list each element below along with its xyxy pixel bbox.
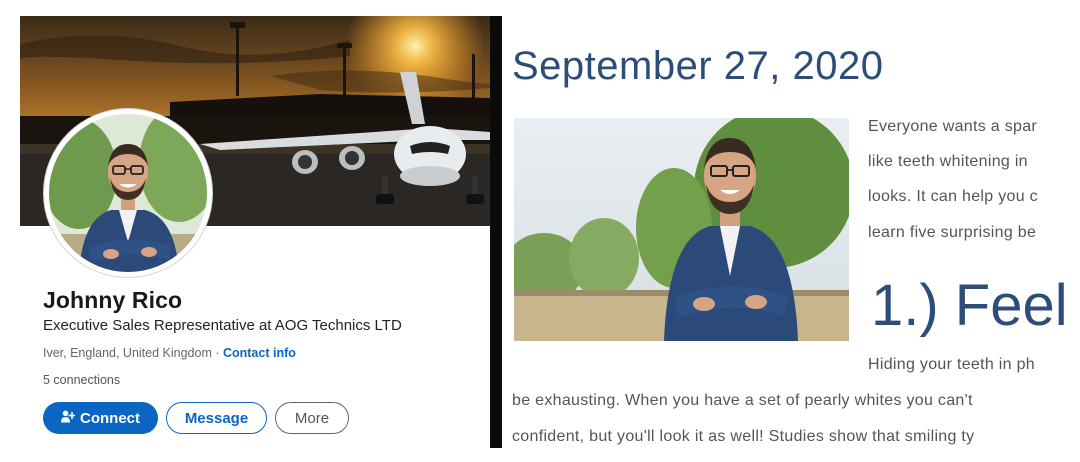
connect-button-label: Connect (80, 409, 140, 427)
location-row: Iver, England, United Kingdom · Contact … (43, 346, 296, 360)
profile-headline: Executive Sales Representative at AOG Te… (43, 317, 402, 334)
panel-divider (490, 16, 502, 448)
message-button[interactable]: Message (166, 402, 267, 434)
profile-card: Johnny Rico Executive Sales Representati… (20, 16, 490, 446)
profile-name: Johnny Rico (43, 287, 183, 313)
article-panel: September 27, 2020 Everyone wants a spar… (502, 16, 1070, 452)
article-photo (514, 118, 849, 341)
profile-location: Iver, England, United Kingdom (43, 346, 212, 360)
message-button-label: Message (184, 409, 249, 427)
contact-info-link[interactable]: Contact info (223, 346, 296, 360)
more-button-label: More (294, 409, 330, 427)
profile-avatar[interactable] (44, 109, 212, 277)
article-text-line: Hiding your teeth in ph (868, 356, 1036, 373)
add-person-icon (61, 410, 76, 427)
connections-count: 5 connections (43, 373, 121, 387)
article-text-line: learn five surprising be (868, 224, 1037, 241)
post-date: September 27, 2020 (512, 44, 884, 88)
article-text-line: confident, but you'll look it as well! S… (512, 428, 975, 445)
more-button[interactable]: More (275, 402, 349, 434)
article-text-line: Everyone wants a spar (868, 118, 1038, 135)
location-separator: · (211, 346, 223, 360)
article-text-line: looks. It can help you c (868, 188, 1038, 205)
article-text-line: be exhausting. When you have a set of pe… (512, 392, 973, 409)
connect-button[interactable]: Connect (43, 402, 158, 434)
article-section-heading: 1.) Feel (871, 273, 1068, 338)
article-text-line: like teeth whitening in (868, 153, 1028, 170)
